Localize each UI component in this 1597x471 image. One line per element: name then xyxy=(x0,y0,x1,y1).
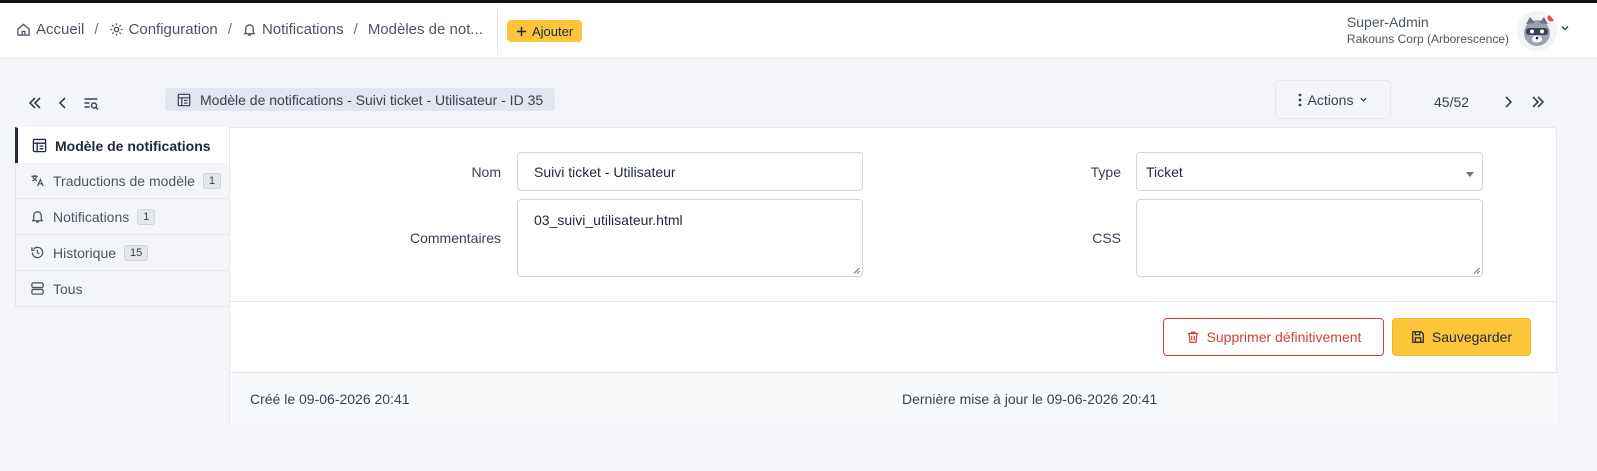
breadcrumb-configuration[interactable]: Configuration xyxy=(109,21,218,38)
css-textarea[interactable] xyxy=(1136,199,1483,277)
comment-textarea[interactable]: 03_suivi_utilisateur.html xyxy=(517,199,863,277)
translate-icon xyxy=(31,174,44,187)
caret-down-icon xyxy=(1466,172,1474,177)
delete-button-label: Supprimer définitivement xyxy=(1206,329,1362,345)
add-button[interactable]: Ajouter xyxy=(507,20,583,42)
sidebar-item-history[interactable]: Historique 15 xyxy=(15,235,230,271)
type-select-value: Ticket xyxy=(1146,163,1183,180)
add-button-label: Ajouter xyxy=(532,23,574,39)
raccoon-avatar-icon xyxy=(1517,11,1557,51)
count-badge: 1 xyxy=(202,172,222,189)
comment-textarea-value: 03_suivi_utilisateur.html xyxy=(534,212,683,228)
save-button[interactable]: Sauvegarder xyxy=(1392,318,1531,356)
updated-date: Dernière mise à jour le 09-06-2026 20:41 xyxy=(902,391,1158,407)
chevron-left-icon[interactable] xyxy=(55,95,71,111)
breadcrumb-home[interactable]: Accueil xyxy=(16,21,84,38)
actions-button[interactable]: Actions xyxy=(1275,80,1391,119)
gear-icon xyxy=(109,23,123,36)
sidebar-item-notifications[interactable]: Notifications 1 xyxy=(15,199,230,235)
sidebar-item-translations[interactable]: Traductions de modèle 1 xyxy=(15,163,230,199)
home-icon xyxy=(17,23,30,36)
comment-label: Commentaires xyxy=(409,230,501,246)
list-search-icon[interactable] xyxy=(83,95,99,111)
user-name: Super-Admin xyxy=(1346,14,1429,30)
actions-button-label: Actions xyxy=(1307,91,1354,108)
double-chevron-right-icon[interactable] xyxy=(1530,94,1546,110)
breadcrumb-separator: / xyxy=(94,21,99,38)
trash-icon xyxy=(1187,331,1198,343)
breadcrumb-templates[interactable]: Modèles de not... xyxy=(368,21,483,38)
breadcrumb-separator: / xyxy=(353,21,358,38)
main-form-panel: Nom Suivi ticket - Utilisateur Commentai… xyxy=(229,127,1557,424)
top-bar: Accueil / Configuration / Notifications … xyxy=(0,3,1597,59)
breadcrumb-home-label: Accueil xyxy=(36,21,85,38)
breadcrumb-notifications[interactable]: Notifications xyxy=(242,21,344,38)
chevron-down-icon xyxy=(1360,97,1368,102)
kebab-icon xyxy=(1298,93,1301,106)
type-select[interactable]: Ticket xyxy=(1136,152,1483,191)
chevron-right-icon[interactable] xyxy=(1500,94,1516,110)
user-menu[interactable]: Super-Admin Rakouns Corp (Arborescence) xyxy=(1347,14,1509,46)
count-badge: 15 xyxy=(124,244,149,261)
header-divider xyxy=(497,7,498,55)
type-label: Type xyxy=(1090,164,1121,180)
page-title: Modèle de notifications - Suivi ticket -… xyxy=(165,88,556,111)
count-badge: 1 xyxy=(137,208,156,225)
breadcrumb-templates-label: Modèles de not... xyxy=(367,21,483,38)
floppy-disk-icon xyxy=(1412,331,1424,343)
chevron-down-icon[interactable] xyxy=(1560,23,1570,33)
breadcrumb-separator: / xyxy=(227,21,232,38)
bell-icon xyxy=(31,211,44,223)
double-chevron-left-icon[interactable] xyxy=(27,95,43,111)
record-navigation xyxy=(27,95,99,111)
css-label: CSS xyxy=(1092,230,1121,246)
created-date: Créé le 09-06-2026 20:41 xyxy=(250,391,410,407)
page-title-text: Modèle de notifications - Suivi ticket -… xyxy=(200,91,544,108)
sidebar-item-label: Historique xyxy=(53,244,117,261)
sidebar-item-template[interactable]: Modèle de notifications xyxy=(15,127,231,163)
pager-position: 45/52 xyxy=(1434,94,1470,110)
sidebar-item-label: Notifications xyxy=(53,208,130,225)
plus-icon xyxy=(516,26,527,36)
resize-handle-icon[interactable] xyxy=(1473,267,1480,274)
sidebar: Modèle de notifications Traductions de m… xyxy=(15,127,231,307)
form-divider xyxy=(230,301,1557,302)
resize-handle-icon[interactable] xyxy=(853,267,860,274)
avatar[interactable] xyxy=(1517,11,1557,51)
breadcrumb: Accueil / Configuration / Notifications … xyxy=(16,21,483,38)
sidebar-item-all[interactable]: Tous xyxy=(15,271,230,307)
sidebar-item-label: Traductions de modèle xyxy=(53,172,195,189)
breadcrumb-notifications-label: Notifications xyxy=(261,21,344,38)
breadcrumb-configuration-label: Configuration xyxy=(128,21,218,38)
sidebar-item-label: Modèle de notifications xyxy=(55,137,211,154)
stack-icon xyxy=(31,282,44,295)
save-button-label: Sauvegarder xyxy=(1431,329,1513,345)
delete-permanently-button[interactable]: Supprimer définitivement xyxy=(1163,318,1384,356)
name-label: Nom xyxy=(471,164,501,180)
history-icon xyxy=(31,246,44,259)
sidebar-item-label: Tous xyxy=(53,280,83,297)
record-footer: Créé le 09-06-2026 20:41 Dernière mise à… xyxy=(230,372,1557,424)
user-entity: Rakouns Corp (Arborescence) xyxy=(1346,32,1509,46)
bell-icon xyxy=(243,24,256,36)
name-input-value: Suivi ticket - Utilisateur xyxy=(534,163,676,180)
name-input[interactable]: Suivi ticket - Utilisateur xyxy=(517,152,863,191)
template-icon xyxy=(177,93,191,106)
template-icon xyxy=(32,138,47,153)
